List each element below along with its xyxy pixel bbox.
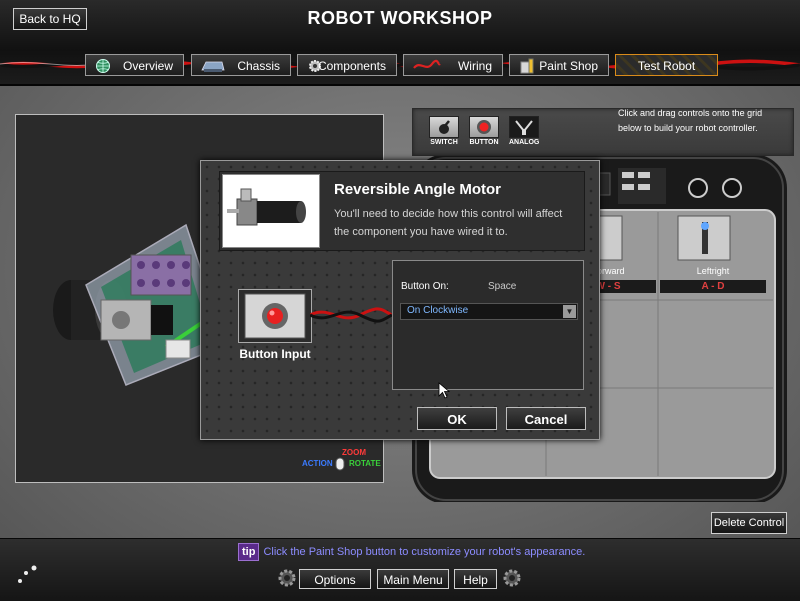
gear-icon <box>503 569 521 587</box>
rotate-label: ROTATE <box>349 459 381 468</box>
tip-badge: tip <box>238 543 260 561</box>
tab-paint-shop[interactable]: Paint Shop <box>509 54 609 76</box>
tab-chassis[interactable]: Chassis <box>191 54 291 76</box>
globe-icon <box>96 59 110 73</box>
tab-components[interactable]: Components <box>297 54 397 76</box>
palette-button[interactable]: BUTTON <box>469 116 499 146</box>
button-on-key: Space <box>488 281 517 292</box>
chevron-down-icon[interactable]: ▼ <box>563 305 576 318</box>
tab-label: Wiring <box>457 59 492 73</box>
button-icon <box>244 293 306 339</box>
gear-icon <box>278 569 296 587</box>
action-label: ACTION <box>302 459 333 468</box>
delete-control-button[interactable]: Delete Control <box>711 512 787 534</box>
palette-analog[interactable]: ANALOG <box>509 116 540 146</box>
motor-thumbnail <box>222 174 320 248</box>
slot-label-leftright: Leftright <box>696 266 730 276</box>
camera-controls-legend: ZOOM ACTION ROTATE <box>302 448 384 478</box>
cancel-button[interactable]: Cancel <box>506 407 586 430</box>
dialog-description: You'll need to decide how this control w… <box>334 208 563 238</box>
page-title: ROBOT WORKSHOP <box>307 8 493 28</box>
tab-label: Chassis <box>237 59 280 73</box>
tip-bar: tip Click the Paint Shop button to custom… <box>238 543 586 561</box>
action-select-value: On Clockwise <box>407 305 469 316</box>
button-icon <box>477 120 491 134</box>
tab-label: Test Robot <box>637 59 696 73</box>
top-bar: ROBOT WORKSHOP Back to HQ Overview Chass… <box>0 0 800 86</box>
tab-label: Paint Shop <box>539 59 598 73</box>
slot-keys-leftright: A - D <box>660 280 766 293</box>
palette-label: BUTTON <box>469 139 499 146</box>
mouse-icon <box>335 457 345 471</box>
action-select[interactable]: On Clockwise ▼ <box>400 303 578 320</box>
analog-stick-icon <box>515 120 533 135</box>
tab-label: Overview <box>122 59 173 73</box>
button-input-icon-box <box>238 289 312 343</box>
dialog-header: Reversible Angle Motor You'll need to de… <box>219 171 585 251</box>
options-button[interactable]: Options <box>299 569 371 589</box>
palette-switch[interactable]: SWITCH <box>429 116 459 146</box>
angle-motor-icon <box>227 188 306 226</box>
chassis-icon <box>201 61 225 72</box>
control-config-dialog: Reversible Angle Motor You'll need to de… <box>200 160 600 440</box>
palette-label: ANALOG <box>509 139 540 146</box>
ok-button[interactable]: OK <box>417 407 497 430</box>
tab-test-robot[interactable]: Test Robot <box>615 54 718 76</box>
help-button[interactable]: Help <box>454 569 497 589</box>
dialog-title: Reversible Angle Motor <box>334 181 501 198</box>
bottom-bar: tip Click the Paint Shop button to custom… <box>0 538 800 601</box>
tip-text: Click the Paint Shop button to customize… <box>263 546 586 558</box>
tab-wiring[interactable]: Wiring <box>403 54 503 76</box>
paint-can-icon <box>520 58 534 74</box>
wire-connector <box>310 307 392 323</box>
mouse-cursor-icon <box>438 382 451 399</box>
mapping-panel: Button On: Space On Clockwise ▼ <box>392 260 584 399</box>
palette-label: SWITCH <box>430 139 458 146</box>
switch-icon <box>439 120 450 134</box>
back-to-hq-button[interactable]: Back to HQ <box>13 8 87 30</box>
main-menu-button[interactable]: Main Menu <box>377 569 449 589</box>
button-input-label: Button Input <box>239 347 311 361</box>
wire-icon <box>413 59 441 69</box>
tab-overview[interactable]: Overview <box>85 54 184 76</box>
tab-label: Components <box>317 59 386 73</box>
loading-spinner-icon <box>18 565 37 583</box>
controller-help-text: Click and drag controls onto the grid be… <box>618 108 763 133</box>
button-on-label: Button On: <box>401 281 449 292</box>
zoom-label: ZOOM <box>342 448 366 457</box>
